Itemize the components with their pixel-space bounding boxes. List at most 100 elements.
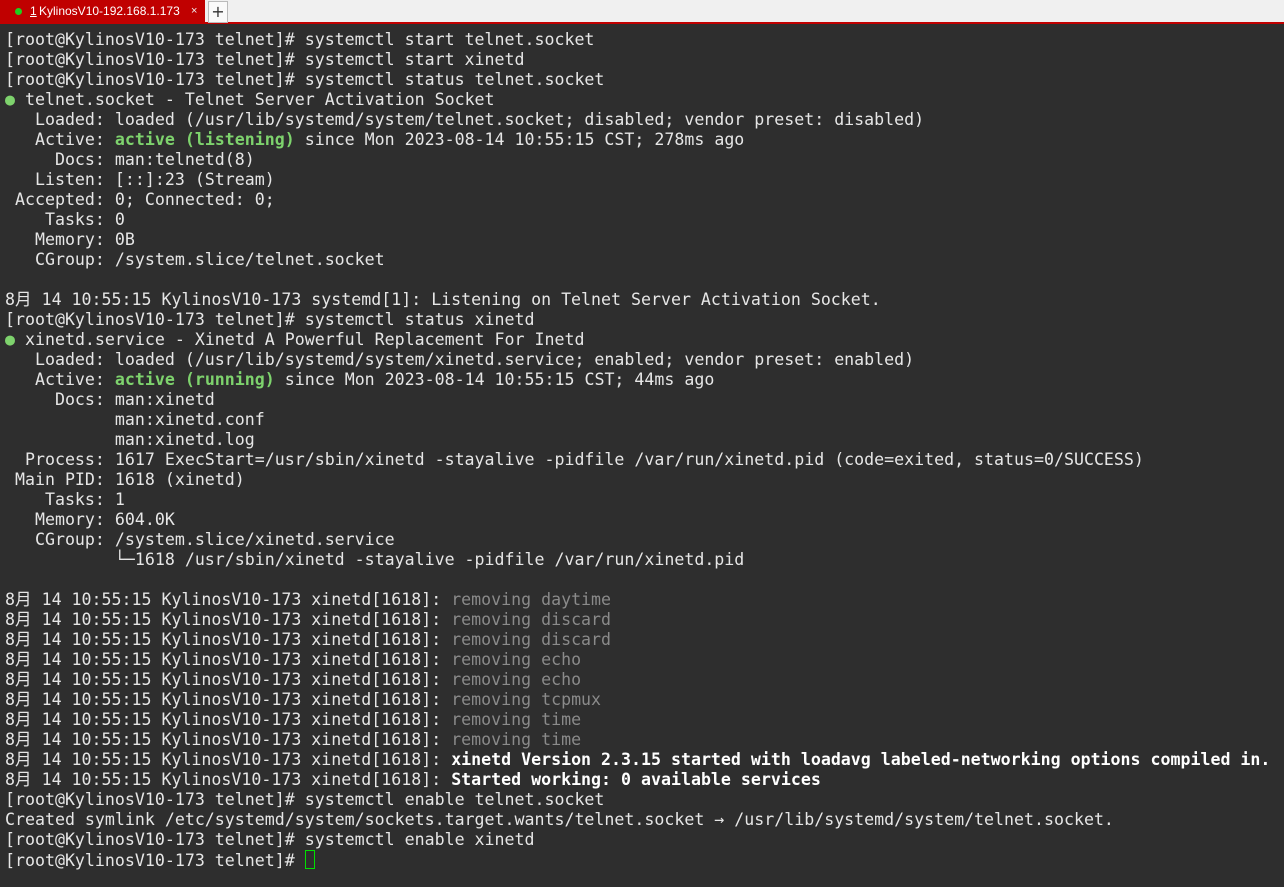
terminal-line: Docs: man:xinetd xyxy=(5,390,1284,410)
terminal-line: ● telnet.socket - Telnet Server Activati… xyxy=(5,90,1284,110)
terminal-line: CGroup: /system.slice/telnet.socket xyxy=(5,250,1284,270)
terminal-text: 8月 14 10:55:15 KylinosV10-173 xinetd[161… xyxy=(5,610,452,629)
terminal-line: 8月 14 10:55:15 KylinosV10-173 xinetd[161… xyxy=(5,670,1284,690)
session-tab[interactable]: 1 KylinosV10-192.168.1.173 × xyxy=(0,0,205,22)
terminal-text: Active: xyxy=(5,130,115,149)
terminal-line: Created symlink /etc/systemd/system/sock… xyxy=(5,810,1284,830)
terminal-text: 8月 14 10:55:15 KylinosV10-173 xinetd[161… xyxy=(5,670,452,689)
terminal-line: Process: 1617 ExecStart=/usr/sbin/xinetd… xyxy=(5,450,1284,470)
terminal-text: Started working: 0 available services xyxy=(451,770,821,789)
terminal-line: Main PID: 1618 (xinetd) xyxy=(5,470,1284,490)
terminal-line: Loaded: loaded (/usr/lib/systemd/system/… xyxy=(5,110,1284,130)
terminal-text: removing echo xyxy=(451,650,582,669)
terminal-text: [root@KylinosV10-173 telnet]# xyxy=(5,851,305,870)
terminal-line: Accepted: 0; Connected: 0; xyxy=(5,190,1284,210)
terminal-text: Memory: 604.0K xyxy=(5,510,175,529)
terminal-line: 8月 14 10:55:15 KylinosV10-173 xinetd[161… xyxy=(5,590,1284,610)
terminal-text: Docs: man:telnetd(8) xyxy=(5,150,255,169)
terminal-line: 8月 14 10:55:15 KylinosV10-173 xinetd[161… xyxy=(5,650,1284,670)
terminal-line: Active: active (listening) since Mon 202… xyxy=(5,130,1284,150)
terminal-line: [root@KylinosV10-173 telnet]# systemctl … xyxy=(5,310,1284,330)
terminal-text: xinetd Version 2.3.15 started with loada… xyxy=(451,750,1271,769)
terminal-text: [root@KylinosV10-173 telnet]# systemctl … xyxy=(5,30,595,49)
terminal-text: Accepted: 0; Connected: 0; xyxy=(5,190,275,209)
terminal-text: removing daytime xyxy=(451,590,612,609)
terminal-line: Loaded: loaded (/usr/lib/systemd/system/… xyxy=(5,350,1284,370)
terminal-line: └─1618 /usr/sbin/xinetd -stayalive -pidf… xyxy=(5,550,1284,570)
connected-status-icon xyxy=(15,8,22,15)
terminal-text: removing tcpmux xyxy=(451,690,602,709)
terminal-text: CGroup: /system.slice/xinetd.service xyxy=(5,530,395,549)
terminal-line: 8月 14 10:55:15 KylinosV10-173 xinetd[161… xyxy=(5,710,1284,730)
terminal-line: ● xinetd.service - Xinetd A Powerful Rep… xyxy=(5,330,1284,350)
terminal-text: 8月 14 10:55:15 KylinosV10-173 xinetd[161… xyxy=(5,690,452,709)
terminal-text: removing time xyxy=(451,710,582,729)
terminal-cursor xyxy=(304,850,315,869)
terminal-line: 8月 14 10:55:15 KylinosV10-173 systemd[1]… xyxy=(5,290,1284,310)
terminal-line: Active: active (running) since Mon 2023-… xyxy=(5,370,1284,390)
terminal-line: [root@KylinosV10-173 telnet]# systemctl … xyxy=(5,790,1284,810)
terminal-text: 8月 14 10:55:15 KylinosV10-173 xinetd[161… xyxy=(5,590,452,609)
terminal-text: telnet.socket - Telnet Server Activation… xyxy=(15,90,495,109)
terminal-text: 8月 14 10:55:15 KylinosV10-173 xinetd[161… xyxy=(5,630,452,649)
terminal-line: Tasks: 0 xyxy=(5,210,1284,230)
terminal-text: active (listening) xyxy=(114,130,295,149)
terminal-text: Active: xyxy=(5,370,115,389)
terminal-line: [root@KylinosV10-173 telnet]# systemctl … xyxy=(5,30,1284,50)
terminal-line: Memory: 0B xyxy=(5,230,1284,250)
terminal-text: 8月 14 10:55:15 KylinosV10-173 xinetd[161… xyxy=(5,710,452,729)
terminal-line: Docs: man:telnetd(8) xyxy=(5,150,1284,170)
terminal-text: since Mon 2023-08-14 10:55:15 CST; 44ms … xyxy=(274,370,715,389)
terminal-text: [root@KylinosV10-173 telnet]# systemctl … xyxy=(5,790,605,809)
terminal-text: 8月 14 10:55:15 KylinosV10-173 systemd[1]… xyxy=(5,290,881,309)
terminal-text: CGroup: /system.slice/telnet.socket xyxy=(5,250,385,269)
terminal-text: Loaded: loaded (/usr/lib/systemd/system/… xyxy=(5,110,925,129)
terminal-line: Tasks: 1 xyxy=(5,490,1284,510)
terminal-text: removing time xyxy=(451,730,582,749)
terminal-text: Listen: [::]:23 (Stream) xyxy=(5,170,275,189)
terminal-text: Loaded: loaded (/usr/lib/systemd/system/… xyxy=(5,350,915,369)
terminal-line: [root@KylinosV10-173 telnet]# systemctl … xyxy=(5,830,1284,850)
terminal-text: xinetd.service - Xinetd A Powerful Repla… xyxy=(15,330,585,349)
terminal-line: [root@KylinosV10-173 telnet]# systemctl … xyxy=(5,70,1284,90)
terminal-text: removing echo xyxy=(451,670,582,689)
terminal-text: Process: 1617 ExecStart=/usr/sbin/xinetd… xyxy=(5,450,1144,469)
terminal-text: active (running) xyxy=(114,370,275,389)
terminal-text: since Mon 2023-08-14 10:55:15 CST; 278ms… xyxy=(294,130,745,149)
terminal-text: └─1618 /usr/sbin/xinetd -stayalive -pidf… xyxy=(5,550,745,569)
terminal-text: [root@KylinosV10-173 telnet]# systemctl … xyxy=(5,310,535,329)
tab-number: 1 xyxy=(30,4,37,18)
terminal-line: 8月 14 10:55:15 KylinosV10-173 xinetd[161… xyxy=(5,610,1284,630)
terminal-text: [root@KylinosV10-173 telnet]# systemctl … xyxy=(5,70,605,89)
terminal-text: Memory: 0B xyxy=(5,230,135,249)
terminal-text: Tasks: 1 xyxy=(5,490,125,509)
terminal-line: 8月 14 10:55:15 KylinosV10-173 xinetd[161… xyxy=(5,750,1284,770)
terminal-line: Memory: 604.0K xyxy=(5,510,1284,530)
terminal-line: [root@KylinosV10-173 telnet]# systemctl … xyxy=(5,50,1284,70)
terminal-text: 8月 14 10:55:15 KylinosV10-173 xinetd[161… xyxy=(5,750,452,769)
terminal-text: [root@KylinosV10-173 telnet]# systemctl … xyxy=(5,50,525,69)
terminal-line: CGroup: /system.slice/xinetd.service xyxy=(5,530,1284,550)
terminal-line: 8月 14 10:55:15 KylinosV10-173 xinetd[161… xyxy=(5,690,1284,710)
terminal-line: Listen: [::]:23 (Stream) xyxy=(5,170,1284,190)
terminal-line: man:xinetd.conf xyxy=(5,410,1284,430)
terminal-line: man:xinetd.log xyxy=(5,430,1284,450)
status-dot-icon: ● xyxy=(5,90,15,109)
terminal-output[interactable]: [root@KylinosV10-173 telnet]# systemctl … xyxy=(5,30,1284,870)
tab-title: KylinosV10-192.168.1.173 xyxy=(39,4,180,18)
terminal-text: removing discard xyxy=(451,610,612,629)
terminal-text: man:xinetd.log xyxy=(5,430,255,449)
terminal-text: [root@KylinosV10-173 telnet]# systemctl … xyxy=(5,830,535,849)
terminal-text: 8月 14 10:55:15 KylinosV10-173 xinetd[161… xyxy=(5,730,452,749)
close-tab-icon[interactable]: × xyxy=(191,0,197,22)
new-tab-button[interactable]: + xyxy=(208,1,228,23)
terminal-text: man:xinetd.conf xyxy=(5,410,265,429)
terminal-text: Main PID: 1618 (xinetd) xyxy=(5,470,245,489)
terminal-text: 8月 14 10:55:15 KylinosV10-173 xinetd[161… xyxy=(5,650,452,669)
tab-bar: 1 KylinosV10-192.168.1.173 × + xyxy=(0,0,1284,24)
terminal-text: Tasks: 0 xyxy=(5,210,125,229)
terminal-text: Created symlink /etc/systemd/system/sock… xyxy=(5,810,1114,829)
terminal-text: removing discard xyxy=(451,630,612,649)
